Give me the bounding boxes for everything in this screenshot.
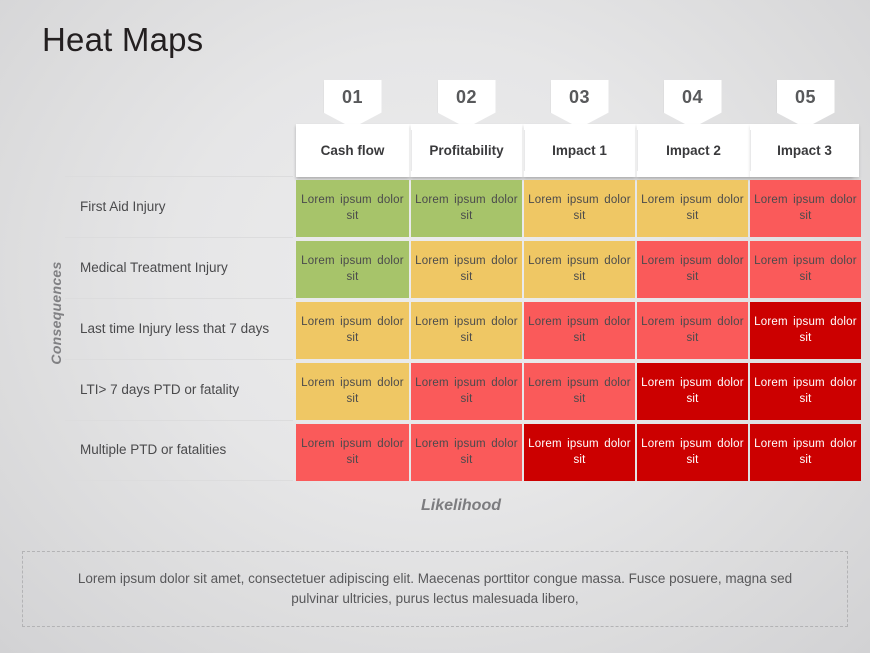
- heatmap-cell[interactable]: Lorem ipsum dolor sit: [524, 180, 635, 237]
- row-label-text: LTI> 7 days PTD or fatality: [80, 381, 240, 397]
- heatmap-cell-label: Lorem ipsum dolor sit: [528, 377, 631, 405]
- row-label[interactable]: First Aid Injury: [65, 176, 293, 237]
- heatmap-cell-label: Lorem ipsum dolor sit: [415, 255, 518, 283]
- column-number: 05: [794, 87, 817, 107]
- heatmap-cell[interactable]: Lorem ipsum dolor sit: [296, 363, 409, 420]
- heatmap-cell-label: Lorem ipsum dolor sit: [754, 194, 857, 222]
- column-header-2[interactable]: Profitability: [411, 124, 522, 177]
- heatmap-cell[interactable]: Lorem ipsum dolor sit: [750, 241, 861, 298]
- column-number: 03: [568, 87, 591, 107]
- column-header-label: Impact 3: [777, 143, 832, 158]
- heatmap-cell[interactable]: Lorem ipsum dolor sit: [637, 363, 748, 420]
- heatmap-cell-label: Lorem ipsum dolor sit: [641, 438, 744, 466]
- heatmap-cell-label: Lorem ipsum dolor sit: [641, 316, 744, 344]
- heatmap-cell[interactable]: Lorem ipsum dolor sit: [637, 180, 748, 237]
- column-number: 04: [681, 87, 704, 107]
- column-header-label: Impact 2: [666, 143, 721, 158]
- heatmap-cell[interactable]: Lorem ipsum dolor sit: [296, 424, 409, 481]
- heatmap-cell[interactable]: Lorem ipsum dolor sit: [524, 424, 635, 481]
- heatmap-cell-label: Lorem ipsum dolor sit: [301, 316, 404, 344]
- row-label-text: Multiple PTD or fatalities: [80, 442, 227, 458]
- heatmap-cell-label: Lorem ipsum dolor sit: [754, 255, 857, 283]
- x-axis-label: Likelihood: [421, 497, 501, 514]
- heatmap-cell-label: Lorem ipsum dolor sit: [754, 377, 857, 405]
- heatmap-cell-label: Lorem ipsum dolor sit: [641, 377, 744, 405]
- column-header-label: Impact 1: [552, 143, 607, 158]
- heatmap-cell-label: Lorem ipsum dolor sit: [301, 377, 404, 405]
- heatmap-cell[interactable]: Lorem ipsum dolor sit: [296, 241, 409, 298]
- heatmap-cell-label: Lorem ipsum dolor sit: [528, 255, 631, 283]
- heatmap-cell[interactable]: Lorem ipsum dolor sit: [411, 180, 522, 237]
- heatmap-cell-label: Lorem ipsum dolor sit: [528, 316, 631, 344]
- heatmap-cell[interactable]: Lorem ipsum dolor sit: [637, 241, 748, 298]
- heatmap-cell-label: Lorem ipsum dolor sit: [415, 377, 518, 405]
- heatmap-cell[interactable]: Lorem ipsum dolor sit: [296, 302, 409, 359]
- heatmap-cell[interactable]: Lorem ipsum dolor sit: [411, 241, 522, 298]
- column-number-badge: 03: [550, 80, 609, 128]
- caption-box: Lorem ipsum dolor sit amet, consectetuer…: [22, 551, 848, 627]
- slide-canvas: Heat Maps 01 02 03 04 05 Cash flow Profitabil…: [0, 0, 870, 653]
- heatmap-cell-label: Lorem ipsum dolor sit: [301, 194, 404, 222]
- row-label[interactable]: Medical Treatment Injury: [65, 237, 293, 298]
- heatmap-cell[interactable]: Lorem ipsum dolor sit: [750, 363, 861, 420]
- heatmap-cell[interactable]: Lorem ipsum dolor sit: [411, 302, 522, 359]
- column-number: 01: [341, 87, 364, 107]
- heatmap-cell[interactable]: Lorem ipsum dolor sit: [637, 302, 748, 359]
- column-header-5[interactable]: Impact 3: [750, 124, 859, 177]
- caption-text: Lorem ipsum dolor sit amet, consectetuer…: [77, 570, 793, 606]
- row-label-text: Last time Injury less that 7 days: [80, 320, 270, 336]
- column-number-badge: 02: [437, 80, 496, 128]
- column-header-4[interactable]: Impact 2: [637, 124, 750, 177]
- heatmap-cell-label: Lorem ipsum dolor sit: [415, 194, 518, 222]
- heatmap-cell-label: Lorem ipsum dolor sit: [641, 194, 744, 222]
- column-header-label: Cash flow: [320, 143, 385, 158]
- heatmap-cell[interactable]: Lorem ipsum dolor sit: [750, 424, 861, 481]
- column-header-1[interactable]: Cash flow: [296, 124, 409, 177]
- heatmap-cell[interactable]: Lorem ipsum dolor sit: [524, 363, 635, 420]
- heatmap-cell-label: Lorem ipsum dolor sit: [301, 255, 404, 283]
- heatmap-cell-label: Lorem ipsum dolor sit: [754, 438, 857, 466]
- row-label-text: Medical Treatment Injury: [80, 259, 228, 275]
- y-axis-label: Consequences: [48, 261, 64, 365]
- heatmap-cell-label: Lorem ipsum dolor sit: [754, 316, 857, 344]
- heatmap-cell-label: Lorem ipsum dolor sit: [528, 438, 631, 466]
- heatmap-cell[interactable]: Lorem ipsum dolor sit: [411, 424, 522, 481]
- page-title: Heat Maps: [42, 21, 204, 58]
- row-label[interactable]: LTI> 7 days PTD or fatality: [65, 359, 293, 420]
- heatmap-cell[interactable]: Lorem ipsum dolor sit: [750, 302, 861, 359]
- heatmap-cell[interactable]: Lorem ipsum dolor sit: [411, 363, 522, 420]
- heatmap-cell-label: Lorem ipsum dolor sit: [641, 255, 744, 283]
- column-number: 02: [455, 87, 478, 107]
- heatmap-cell-label: Lorem ipsum dolor sit: [415, 316, 518, 344]
- heatmap-cell[interactable]: Lorem ipsum dolor sit: [524, 241, 635, 298]
- column-number-badge: 04: [663, 80, 722, 128]
- column-header-label: Profitability: [429, 143, 504, 158]
- row-label[interactable]: Last time Injury less that 7 days: [65, 298, 293, 359]
- heatmap-cell-label: Lorem ipsum dolor sit: [415, 438, 518, 466]
- column-header-3[interactable]: Impact 1: [524, 124, 635, 177]
- column-number-badge: 05: [776, 80, 835, 128]
- heatmap-cell[interactable]: Lorem ipsum dolor sit: [750, 180, 861, 237]
- heatmap-cell-label: Lorem ipsum dolor sit: [301, 438, 404, 466]
- heatmap-cell-label: Lorem ipsum dolor sit: [528, 194, 631, 222]
- row-label-text: First Aid Injury: [80, 198, 166, 214]
- heatmap-cell[interactable]: Lorem ipsum dolor sit: [296, 180, 409, 237]
- column-number-badge: 01: [323, 80, 382, 128]
- heatmap-cell[interactable]: Lorem ipsum dolor sit: [524, 302, 635, 359]
- row-label[interactable]: Multiple PTD or fatalities: [65, 420, 293, 481]
- heatmap-cell[interactable]: Lorem ipsum dolor sit: [637, 424, 748, 481]
